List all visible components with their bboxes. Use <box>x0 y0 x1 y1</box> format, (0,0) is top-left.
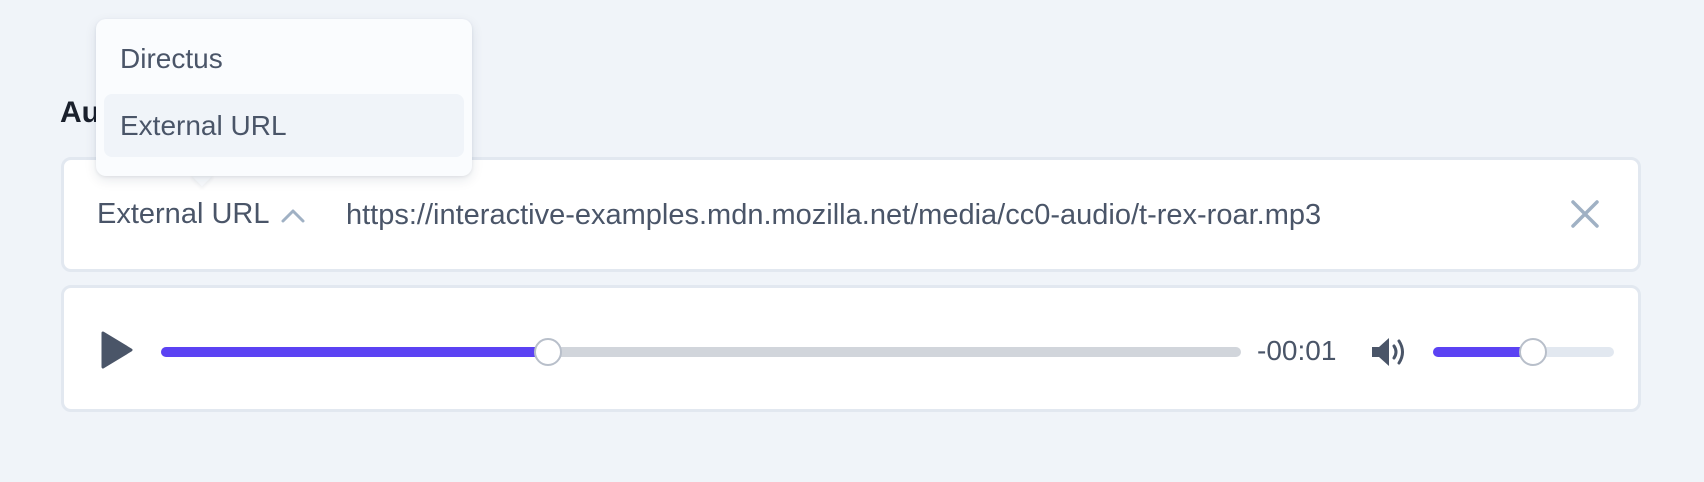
progress-slider[interactable] <box>161 338 1241 366</box>
url-input[interactable] <box>346 189 1586 241</box>
menu-item-external-url[interactable]: External URL <box>104 94 464 157</box>
play-icon[interactable] <box>100 330 134 370</box>
volume-thumb[interactable] <box>1518 338 1547 366</box>
source-dropdown-menu: Directus External URL <box>96 19 472 176</box>
menu-item-directus[interactable]: Directus <box>104 27 464 90</box>
progress-thumb[interactable] <box>533 338 562 366</box>
time-remaining: -00:01 <box>1257 335 1337 366</box>
volume-fill <box>1433 347 1533 357</box>
volume-icon[interactable] <box>1370 335 1410 369</box>
progress-fill <box>161 347 548 357</box>
source-select-label: External URL <box>97 198 270 230</box>
chevron-up-icon <box>281 209 305 222</box>
audio-player: -00:01 <box>61 285 1641 412</box>
close-icon[interactable] <box>1567 196 1603 232</box>
volume-slider[interactable] <box>1433 338 1614 366</box>
